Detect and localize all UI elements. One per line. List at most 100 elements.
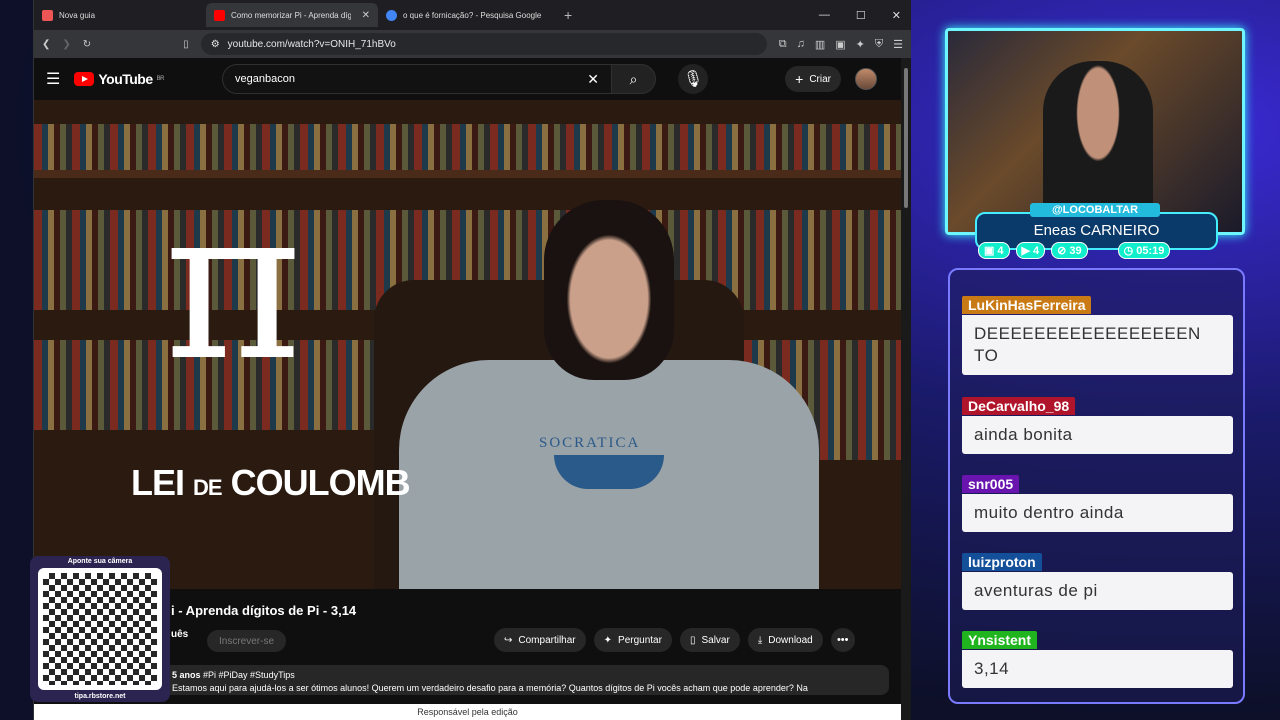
search-icon: ⌕ [629,70,638,87]
more-options-icon[interactable]: ••• [830,628,855,652]
voice-search-button[interactable]: 🎙 [678,64,708,94]
minimize-icon[interactable]: — [819,9,830,22]
edit-responsibility-bar: Responsável pela edição [34,704,901,720]
description-meta: 5 anos [172,670,201,680]
chat-username: DeCarvalho_98 [962,397,1076,415]
create-label: Criar [809,73,831,85]
chat-username: luizproton [962,553,1042,571]
video-player[interactable]: SOCRATICA π LEI DE COULOMB [34,100,902,589]
description-box[interactable]: 5 anos #Pi #PiDay #StudyTips Estamos aqui… [164,665,889,695]
urn-logo [554,455,664,489]
save-button[interactable]: ▯ Salvar [679,628,740,652]
vpn-icon[interactable]: ⛨ [875,38,883,51]
hoodie-text: SOCRATICA [539,435,641,451]
share-icon: ↪ [504,634,513,646]
chat-message: Ynsistent 3,14 [962,631,1233,688]
subscribe-button[interactable]: Inscrever-se [207,630,287,652]
hamburger-menu-icon[interactable]: ☰ [46,69,60,89]
link-icon: ⊘ [1057,245,1067,257]
viewer-count: ⊘ 39 [1051,242,1088,259]
mic-icon: 🎙 [682,71,704,88]
chat-text: ainda bonita [962,416,1233,454]
tab-bar: Nova guia Como memorizar Pi - Aprenda dí… [34,0,911,30]
page-scrollbar[interactable] [901,58,911,720]
streamer-handle: @LOCOBALTAR [1030,203,1160,217]
chat-message: LuKinHasFerreira DEEEEEEEEEEEEEEEEEN TO [962,296,1233,375]
address-toolbar: ❮ ❯ ↻ ▯ ⚙ youtube.com/watch?v=ONIH_71hBVo… [34,30,911,58]
download-icon: ⤓ [757,634,763,646]
search-value: veganbacon [235,73,295,85]
maximize-icon[interactable]: ☐ [856,9,866,22]
description-tags[interactable]: #Pi #PiDay #StudyTips [203,670,295,680]
qr-title: Aponte sua câmera [67,558,133,565]
youtube-icon [214,9,225,21]
create-button[interactable]: + Criar [785,66,841,92]
sparkle-icon: ✦ [603,634,613,646]
extensions-icon[interactable]: ⧉ [779,38,787,51]
streamer-name: Eneas CARNEIRO [1033,222,1160,239]
qr-overlay: Aponte sua câmera tipa.rbstore.net [30,556,170,702]
sidebar-icon[interactable]: ▥ [815,38,825,51]
channel-name[interactable]: uês [171,629,188,640]
back-icon[interactable]: ❮ [42,39,50,50]
close-window-icon[interactable]: ✕ [892,9,901,22]
tab-title: o que é fornicação? - Pesquisa Google [403,10,542,20]
account-avatar[interactable] [855,68,877,90]
google-icon [386,9,397,21]
presenter-head [544,200,674,380]
pi-symbol: π [164,162,303,407]
plus-icon: + [795,71,804,87]
chat-count: ▣ 4 [978,242,1010,259]
bookmark-icon: ▯ [689,634,696,646]
video-icon: ▶ [1021,245,1030,257]
logo-text: YouTube [98,71,153,87]
video-title: i - Aprenda dígitos de Pi - 3,14 [171,603,357,618]
url-text: youtube.com/watch?v=ONIH_71hBVo [227,38,396,50]
leo-icon[interactable]: ✦ [856,38,865,51]
search-input[interactable]: veganbacon ✕ [222,64,612,94]
new-tab-icon[interactable]: + [564,7,572,23]
chat-username: LuKinHasFerreira [962,296,1092,314]
video-overlay-caption: LEI DE COULOMB [131,462,411,503]
forward-icon[interactable]: ❯ [62,39,70,50]
music-icon[interactable]: ♫ [797,38,805,51]
brave-icon [42,9,53,21]
video-actions: ↪ Compartilhar ✦ Perguntar ▯ Salvar ⤓ Downlo… [494,628,855,652]
chat-text: aventuras de pi [962,572,1233,610]
share-button[interactable]: ↪ Compartilhar [494,628,586,652]
chat-message: luizproton aventuras de pi [962,553,1233,610]
description-text: Estamos aqui para ajudá-los a ser ótimos… [172,683,808,693]
download-button[interactable]: ⤓ Download [747,628,823,652]
clear-search-icon[interactable]: ✕ [587,71,599,88]
search-button[interactable]: ⌕ [612,64,656,94]
stream-stats: ▣ 4 ▶ 4 ⊘ 39 ◷ 05:19 [978,242,1171,259]
clock-icon: ◷ [1123,245,1134,257]
chat-text: muito dentro ainda [962,494,1233,532]
tab-google[interactable]: o que é fornicação? - Pesquisa Google [378,3,550,27]
site-info-icon[interactable]: ⚙ [211,39,220,50]
wallet-icon[interactable]: ▣ [835,38,845,51]
chat-icon: ▣ [984,245,995,257]
chat-username: Ynsistent [962,631,1038,649]
stream-clock: ◷ 05:19 [1117,242,1171,259]
qr-code [38,568,162,690]
scrollbar-thumb[interactable] [904,68,908,208]
ask-button[interactable]: ✦ Perguntar [593,628,672,652]
chat-message: DeCarvalho_98 ainda bonita [962,397,1233,454]
menu-icon[interactable]: ☰ [893,38,903,51]
youtube-play-icon [74,72,95,86]
bookmark-icon[interactable]: ▯ [183,39,189,50]
youtube-logo[interactable]: YouTube BR [74,71,165,87]
tab-title: Nova guia [59,10,96,20]
url-field[interactable]: ⚙ youtube.com/watch?v=ONIH_71hBVo [200,33,767,55]
reload-icon[interactable]: ↻ [83,39,91,50]
close-tab-icon[interactable]: ✕ [362,10,370,21]
youtube-header: ☰ YouTube BR veganbacon ✕ ⌕ 🎙 + Criar [34,58,901,100]
video-count: ▶ 4 [1015,242,1046,259]
chat-text: 3,14 [962,650,1233,688]
region-code: BR [156,76,165,82]
tab-new[interactable]: Nova guia [34,3,206,27]
tab-youtube[interactable]: Como memorizar Pi - Aprenda díg ✕ [206,3,378,27]
chat-message: snr005 muito dentro ainda [962,475,1233,532]
chat-text: DEEEEEEEEEEEEEEEEEN TO [962,315,1233,375]
